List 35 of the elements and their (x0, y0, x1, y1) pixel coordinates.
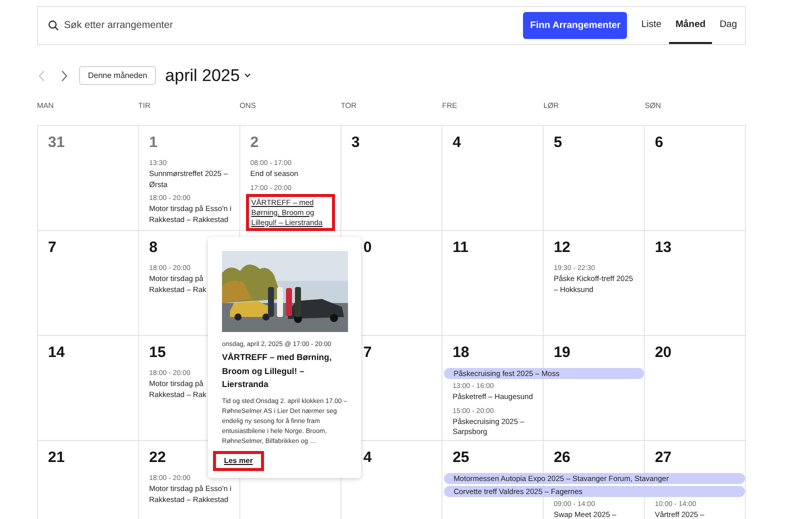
day-number: 12 (552, 238, 572, 258)
day-number: 13 (654, 238, 673, 258)
day-number: 18 (452, 343, 470, 363)
day-number: 26 (552, 448, 572, 468)
day-number: 0 (362, 238, 373, 258)
day-number: 20 (654, 343, 673, 363)
day-number: 7 (362, 343, 373, 363)
event-title[interactable]: VÅRTREFF – med Børning, Broom og Lillegul! – Lierstranda (222, 351, 348, 392)
day-number: 6 (654, 133, 664, 153)
day-number: 11 (452, 238, 470, 258)
day-number: 25 (452, 448, 470, 468)
day-number: 3 (350, 133, 361, 153)
find-events-button[interactable]: Finn Arrangementer (523, 12, 628, 39)
day-number: 15 (148, 343, 167, 363)
day-number: 14 (47, 343, 66, 363)
day-number: 4 (362, 448, 373, 468)
caret-icon[interactable] (244, 73, 251, 78)
day-number: 1 (148, 133, 158, 153)
search-icon (48, 20, 59, 31)
day-number: 5 (552, 133, 564, 153)
month-title[interactable]: april 2025 (165, 66, 240, 86)
day-number: 27 (654, 448, 673, 468)
day-number: 21 (47, 448, 66, 468)
next-month-icon[interactable] (60, 70, 68, 82)
day-number: 2 (249, 133, 260, 153)
day-number: 22 (148, 448, 167, 468)
this-month-button[interactable]: Denne måneden (79, 66, 156, 85)
view-tab[interactable]: Dag (714, 7, 743, 44)
day-number: 4 (452, 133, 462, 153)
day-number: 19 (552, 343, 572, 363)
view-tab[interactable]: Liste (635, 7, 668, 44)
day-number: 8 (148, 238, 158, 258)
day-number: 7 (47, 238, 58, 258)
day-number: 31 (47, 133, 66, 153)
view-tab[interactable]: Måned (669, 7, 712, 44)
